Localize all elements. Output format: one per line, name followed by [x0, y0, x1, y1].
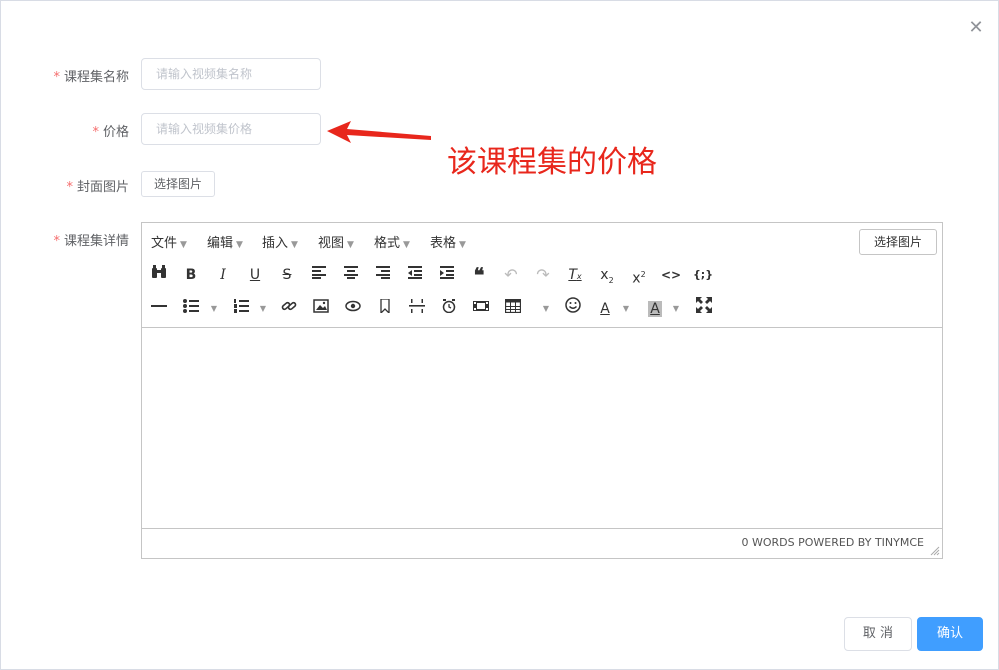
emoticons-icon[interactable] — [561, 297, 585, 321]
bookmark-icon[interactable] — [373, 297, 397, 321]
code-icon[interactable]: <> — [659, 263, 683, 287]
menu-file[interactable]: 文件 ▼ — [151, 232, 187, 251]
chevron-down-icon: ▼ — [236, 240, 243, 250]
chevron-down-icon[interactable]: ▼ — [541, 297, 551, 321]
undo-icon[interactable]: ↶ — [499, 263, 523, 287]
numbered-list-icon[interactable] — [229, 297, 253, 321]
chevron-down-icon[interactable]: ▼ — [209, 297, 219, 321]
confirm-button[interactable]: 确认 — [917, 617, 983, 651]
text-color-icon[interactable]: A — [593, 297, 617, 321]
italic-icon[interactable]: I — [211, 263, 235, 287]
menu-table[interactable]: 表格 ▼ — [430, 232, 466, 251]
chevron-down-icon: ▼ — [347, 240, 354, 250]
course-set-name-input[interactable] — [141, 58, 321, 90]
link-icon[interactable] — [277, 297, 301, 321]
blockquote-icon[interactable]: ❝ — [467, 263, 491, 287]
background-color-icon[interactable]: A — [643, 297, 667, 321]
chevron-down-icon[interactable]: ▼ — [671, 297, 681, 321]
underline-icon[interactable]: U — [243, 263, 267, 287]
align-center-icon[interactable] — [339, 263, 363, 287]
menu-view[interactable]: 视图 ▼ — [318, 232, 354, 251]
price-input[interactable] — [141, 113, 321, 145]
cover-select-image-button[interactable]: 选择图片 — [141, 171, 216, 197]
cancel-button[interactable]: 取 消 — [844, 617, 912, 651]
image-icon[interactable] — [309, 297, 333, 321]
menu-insert[interactable]: 插入 ▼ — [262, 232, 298, 251]
chevron-down-icon[interactable]: ▼ — [621, 297, 631, 321]
rich-text-editor: 文件 ▼ 编辑 ▼ 插入 ▼ 视图 ▼ 格式 ▼ 表格 ▼ 选择图片 B I U S — [141, 222, 943, 559]
align-right-icon[interactable] — [371, 263, 395, 287]
preview-icon[interactable] — [341, 297, 365, 321]
resize-handle-icon[interactable] — [930, 546, 940, 556]
table-icon[interactable] — [501, 297, 525, 321]
close-icon[interactable]: ✕ — [967, 19, 985, 37]
chevron-down-icon: ▼ — [291, 240, 298, 250]
dialog: ✕ *课程集名称 *价格 该课程集的价格 *封面图片 选择图片 *课程集详情 文… — [0, 0, 999, 670]
details-label: * 课程集详情 — [53, 234, 129, 249]
course-set-name-label: * 课程集名称 — [53, 70, 129, 85]
editor-content-area[interactable] — [142, 327, 942, 529]
code-sample-icon[interactable]: {;} — [691, 263, 715, 287]
chevron-down-icon: ▼ — [180, 240, 187, 250]
superscript-icon[interactable]: x2 — [627, 263, 651, 287]
chevron-down-icon[interactable]: ▼ — [258, 297, 268, 321]
align-left-icon[interactable] — [307, 263, 331, 287]
remove-format-icon[interactable]: Tx — [563, 263, 587, 287]
fullscreen-icon[interactable] — [692, 297, 716, 321]
redo-icon[interactable]: ↷ — [531, 263, 555, 287]
editor-status: 0 WORDS POWERED BY TINYMCE — [741, 536, 925, 549]
outdent-icon[interactable] — [403, 263, 427, 287]
insert-datetime-icon[interactable] — [437, 297, 461, 321]
media-icon[interactable] — [469, 297, 493, 321]
subscript-icon[interactable]: x2 — [595, 263, 619, 287]
annotation-text: 该课程集的价格 — [447, 145, 657, 180]
chevron-down-icon: ▼ — [459, 240, 466, 250]
annotation-arrow — [327, 121, 431, 143]
strikethrough-icon[interactable]: S — [275, 263, 299, 287]
find-replace-icon[interactable] — [147, 263, 171, 287]
price-label: * 价格 — [92, 125, 129, 140]
editor-select-image-button[interactable]: 选择图片 — [859, 229, 937, 255]
indent-icon[interactable] — [435, 263, 459, 287]
bold-icon[interactable]: B — [179, 263, 203, 287]
page-break-icon[interactable] — [405, 297, 429, 321]
horizontal-rule-icon[interactable] — [147, 297, 171, 321]
cover-image-label: * 封面图片 — [66, 180, 129, 195]
editor-menubar: 文件 ▼ 编辑 ▼ 插入 ▼ 视图 ▼ 格式 ▼ 表格 ▼ 选择图片 — [142, 223, 942, 257]
chevron-down-icon: ▼ — [403, 240, 410, 250]
menu-edit[interactable]: 编辑 ▼ — [207, 232, 243, 251]
menu-format[interactable]: 格式 ▼ — [374, 232, 410, 251]
bullet-list-icon[interactable] — [179, 297, 203, 321]
